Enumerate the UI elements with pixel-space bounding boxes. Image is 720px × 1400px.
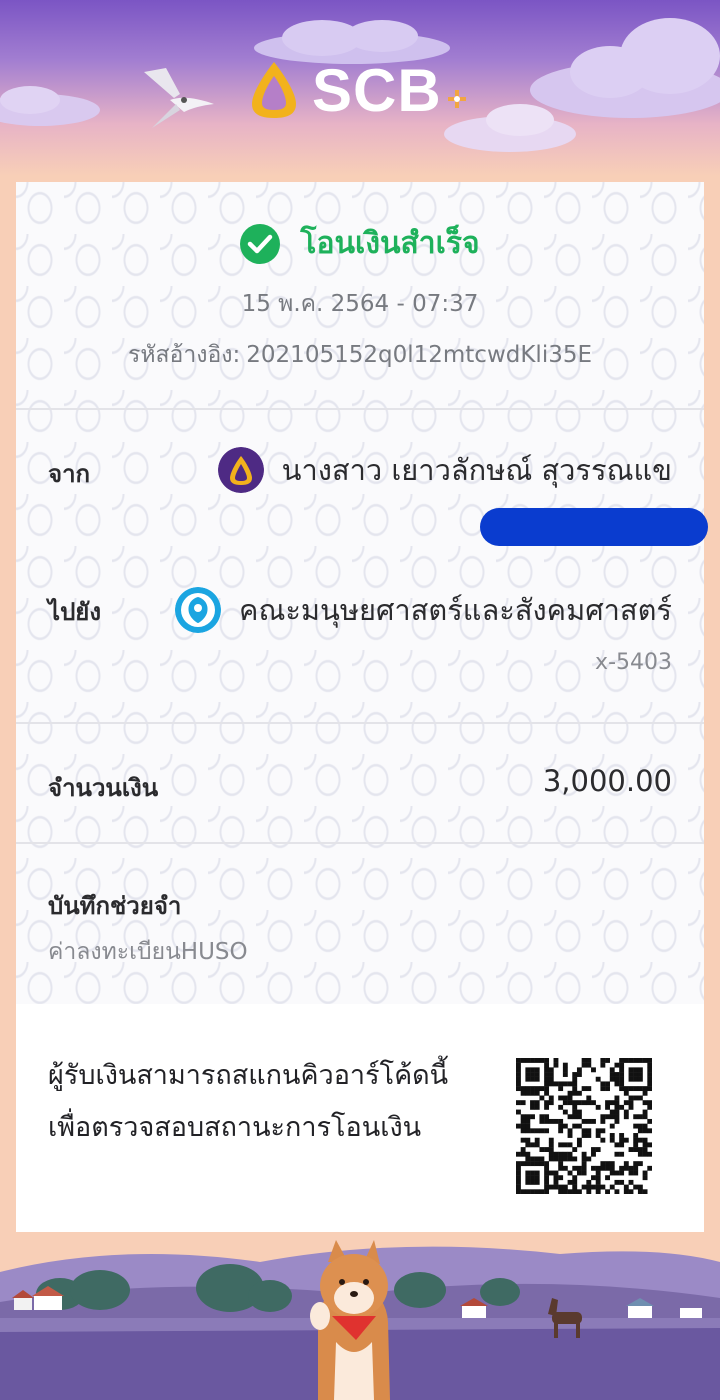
- scb-bai-sema-icon: [252, 62, 296, 118]
- brand-name: SCB: [312, 56, 442, 124]
- qr-instruction-line2: เพื่อตรวจสอบสถานะการโอนเงิน: [48, 1112, 422, 1143]
- reference-label: รหัสอ้างอิง:: [127, 342, 241, 368]
- memo-label: บันทึกช่วยจำ: [48, 892, 182, 920]
- amount-label: จำนวนเงิน: [48, 774, 159, 802]
- to-label: ไปยัง: [48, 598, 102, 626]
- bird-icon: [144, 68, 214, 128]
- sparkle-plus-icon: [447, 90, 466, 108]
- transaction-datetime: 15 พ.ค. 2564 - 07:37: [241, 291, 479, 317]
- sender-name: นางสาว เยาวลักษณ์ สุวรรณแข: [281, 453, 672, 487]
- krungthai-bank-icon: [175, 587, 222, 633]
- reference-number: รหัสอ้างอิง: 202105152q0l12mtcwdKli35E: [16, 337, 704, 373]
- status-text: โอนเงินสำเร็จ: [300, 226, 480, 261]
- qr-instruction-line1: ผู้รับเงินสามารถสแกนคิวอาร์โค้ดนี้: [48, 1060, 449, 1091]
- reference-value: 202105152q0l12mtcwdKli35E: [246, 342, 593, 368]
- scb-bank-icon: [217, 447, 264, 493]
- redacted-account-mark: [480, 508, 708, 546]
- success-check-icon: [240, 223, 281, 264]
- scb-logo: SCB: [246, 56, 468, 124]
- from-label: จาก: [48, 460, 91, 488]
- header-banner: SCB: [0, 0, 720, 200]
- recipient-name: คณะมนุษยศาสตร์และสังคมศาสตร์: [239, 593, 672, 627]
- cloud-decoration: [0, 86, 100, 126]
- amount-value: 3,000.00: [542, 764, 672, 798]
- section-divider: [16, 842, 704, 844]
- qr-instruction: ผู้รับเงินสามารถสแกนคิวอาร์โค้ดนี้ เพื่อ…: [48, 1050, 488, 1154]
- memo-value: ค่าลงทะเบียนHUSO: [48, 939, 248, 965]
- receipt-card: โอนเงินสำเร็จ 15 พ.ค. 2564 - 07:37 รหัสอ…: [16, 182, 708, 1232]
- section-divider: [16, 408, 704, 410]
- recipient-account: x-5403: [595, 650, 672, 675]
- sender: นางสาว เยาวลักษณ์ สุวรรณแข: [217, 447, 672, 493]
- recipient: คณะมนุษยศาสตร์และสังคมศาสตร์: [175, 587, 672, 633]
- section-divider: [16, 722, 704, 724]
- qr-code[interactable]: [516, 1058, 652, 1194]
- transfer-status: โอนเงินสำเร็จ: [16, 220, 704, 267]
- footer-landscape: [0, 1232, 720, 1400]
